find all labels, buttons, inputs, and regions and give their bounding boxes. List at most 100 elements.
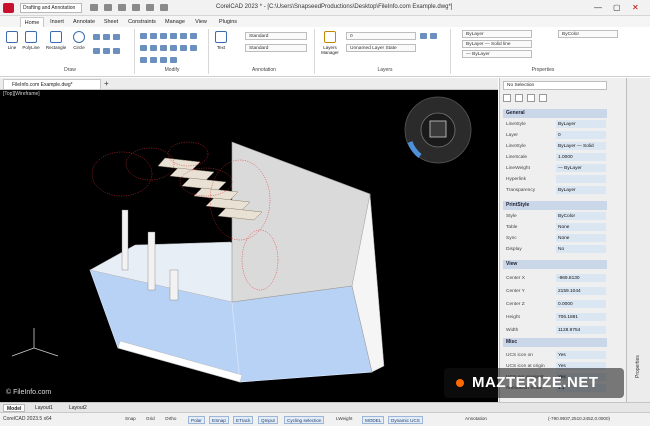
status-ortho[interactable]: Ortho — [165, 416, 177, 421]
scale-icon[interactable] — [180, 32, 187, 39]
arc-icon[interactable] — [93, 33, 100, 40]
drawing-viewport[interactable]: [Top][Wireframe] © FileInfo.com — [0, 90, 498, 402]
document-tab[interactable]: FileInfo.com Example.dwg* — [3, 79, 101, 90]
tab-constraints[interactable]: Constraints — [124, 17, 160, 27]
status-grid[interactable]: Grid — [146, 416, 155, 421]
property-value[interactable]: 1.0000 — [556, 153, 606, 161]
join-icon[interactable] — [160, 56, 167, 63]
close-button[interactable]: ✕ — [632, 3, 639, 12]
point-icon[interactable] — [103, 47, 110, 54]
section-misc[interactable]: Misc — [503, 338, 607, 347]
color-mode-select[interactable]: ByColor — [558, 30, 618, 38]
help-icon[interactable] — [539, 94, 547, 102]
erase-icon[interactable] — [170, 56, 177, 63]
section-general[interactable]: General — [503, 109, 607, 118]
text-style-select[interactable]: Standard — [245, 32, 307, 40]
status-cycling-selection[interactable]: Cycling selection — [284, 416, 325, 424]
lineweight-select[interactable]: — ByLayer — [462, 50, 532, 58]
line-tool[interactable]: Line — [3, 31, 21, 50]
rectangle-tool[interactable]: Rectangle — [44, 31, 68, 50]
text-tool[interactable]: Text — [212, 31, 230, 50]
region-icon[interactable] — [113, 47, 120, 54]
print-icon[interactable] — [132, 4, 140, 11]
tab-annotate[interactable]: Annotate — [70, 17, 98, 27]
properties-side-label[interactable]: Properties — [635, 355, 641, 378]
select-objects-icon[interactable] — [515, 94, 523, 102]
new-document-tab-button[interactable]: + — [104, 79, 109, 88]
selection-select[interactable]: No Selection — [503, 81, 607, 90]
status-model[interactable]: MODEL — [362, 416, 385, 424]
tab-manage[interactable]: Manage — [162, 17, 188, 27]
app-logo-icon[interactable] — [3, 3, 14, 13]
tab-plugins[interactable]: Plugins — [214, 17, 242, 27]
maximize-button[interactable]: ▢ — [613, 3, 621, 12]
open-icon[interactable] — [104, 4, 112, 11]
property-value[interactable]: No — [556, 245, 606, 253]
layer-freeze-icon[interactable] — [430, 32, 437, 39]
copy-icon[interactable] — [150, 32, 157, 39]
tab-layout1[interactable]: Layout1 — [32, 404, 56, 412]
tab-model[interactable]: Model — [3, 404, 26, 412]
hatch-icon[interactable] — [113, 33, 120, 40]
tab-sheet[interactable]: Sheet — [101, 17, 121, 27]
property-value[interactable]: 2159.1044 — [556, 287, 606, 295]
status-annotation[interactable]: Annotation — [465, 416, 487, 421]
status-lweight[interactable]: LWeight — [336, 416, 352, 421]
array-icon[interactable] — [190, 44, 197, 51]
circle-tool[interactable]: Circle — [70, 31, 88, 50]
mirror-icon[interactable] — [170, 32, 177, 39]
stretch-icon[interactable] — [190, 32, 197, 39]
redo-icon[interactable] — [160, 4, 168, 11]
property-value[interactable]: None — [556, 234, 606, 242]
layer-state-select[interactable]: Unnamed Layer State — [346, 44, 416, 52]
status-qinput[interactable]: QInput — [258, 416, 278, 424]
status-etrack[interactable]: ETrack — [233, 416, 254, 424]
toggle-pickadd-icon[interactable] — [527, 94, 535, 102]
tab-layout2[interactable]: Layout2 — [66, 404, 90, 412]
property-value[interactable]: 0 — [556, 131, 606, 139]
break-icon[interactable] — [150, 56, 157, 63]
save-icon[interactable] — [118, 4, 126, 11]
move-icon[interactable] — [140, 32, 147, 39]
tab-insert[interactable]: Insert — [46, 17, 68, 27]
layers-manager-button[interactable]: Layers Manager — [318, 31, 342, 55]
quick-select-icon[interactable] — [503, 94, 511, 102]
fillet-icon[interactable] — [160, 44, 167, 51]
linestyle-select[interactable]: ByLayer — Solid line — [462, 40, 532, 48]
dimension-style-select[interactable]: Standard — [245, 44, 307, 52]
property-value[interactable]: ByLayer — [556, 120, 606, 128]
property-value[interactable]: 706.1881 — [556, 313, 606, 321]
property-value[interactable]: ByLayer — [556, 186, 606, 194]
polyline-tool[interactable]: PolyLine — [22, 31, 40, 50]
chamfer-icon[interactable] — [170, 44, 177, 51]
property-value[interactable]: ByColor — [556, 212, 606, 220]
property-value[interactable]: None — [556, 223, 606, 231]
status-dynamic-ucs[interactable]: Dynamic UCS — [388, 416, 423, 424]
property-value[interactable]: ByLayer — Solid — [556, 142, 606, 150]
color-select[interactable]: ByLayer — [462, 30, 532, 38]
property-value[interactable]: 0.0000 — [556, 300, 606, 308]
minimize-button[interactable]: — — [594, 3, 602, 12]
status-polar[interactable]: Polar — [188, 416, 205, 424]
property-value[interactable]: — ByLayer — [556, 164, 606, 172]
new-icon[interactable] — [90, 4, 98, 11]
property-value[interactable]: Yes — [556, 351, 606, 359]
undo-icon[interactable] — [146, 4, 154, 11]
layer-select[interactable]: 0 — [346, 32, 416, 40]
workspace-select[interactable]: Drafting and Annotation — [20, 3, 82, 13]
property-value[interactable] — [556, 175, 606, 183]
section-printstyle[interactable]: PrintStyle — [503, 201, 607, 210]
trim-icon[interactable] — [140, 44, 147, 51]
section-view[interactable]: View — [503, 260, 607, 269]
rotate-icon[interactable] — [160, 32, 167, 39]
status-snap[interactable]: Snap — [125, 416, 136, 421]
spline-icon[interactable] — [103, 33, 110, 40]
extend-icon[interactable] — [150, 44, 157, 51]
ellipse-icon[interactable] — [93, 47, 100, 54]
property-value[interactable]: -969.8130 — [556, 274, 606, 282]
offset-icon[interactable] — [180, 44, 187, 51]
tab-view[interactable]: View — [191, 17, 211, 27]
tab-home[interactable]: Home — [20, 17, 44, 27]
layer-on-icon[interactable] — [420, 32, 427, 39]
property-value[interactable]: 1128.9754 — [556, 326, 606, 334]
